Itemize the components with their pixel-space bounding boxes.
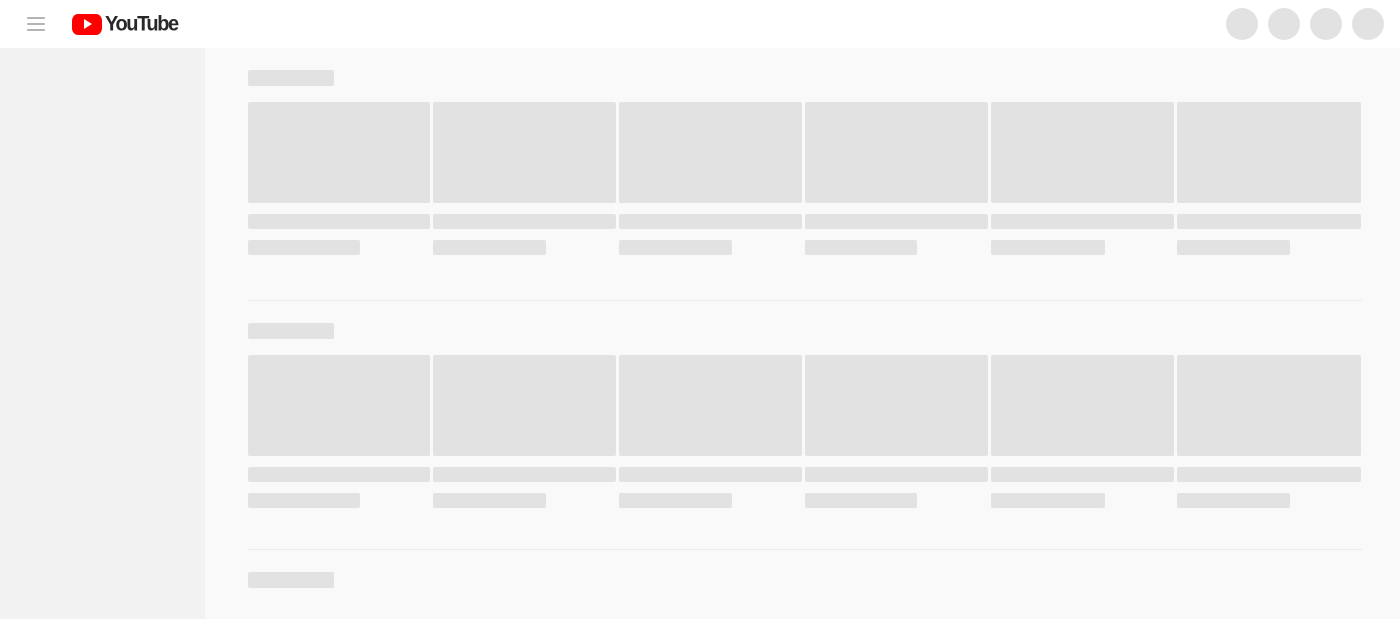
shelf-grid	[248, 355, 1400, 508]
apps-placeholder[interactable]	[1268, 8, 1300, 40]
video-card-placeholder[interactable]	[1177, 102, 1361, 255]
metadata-line-placeholder	[805, 240, 917, 255]
shelf-divider	[248, 549, 1362, 550]
video-card-placeholder[interactable]	[619, 102, 802, 255]
thumbnail-placeholder	[433, 102, 616, 203]
metadata-line-placeholder	[433, 493, 546, 508]
video-card-placeholder[interactable]	[805, 102, 988, 255]
thumbnail-placeholder	[991, 102, 1174, 203]
video-card-placeholder[interactable]	[248, 102, 430, 255]
hamburger-menu-icon	[24, 12, 48, 36]
shelf-divider	[248, 300, 1362, 301]
thumbnail-placeholder	[619, 102, 802, 203]
metadata-line-placeholder	[248, 240, 360, 255]
thumbnail-placeholder	[1177, 355, 1361, 456]
shelf-title-placeholder	[248, 572, 334, 588]
shelf-grid	[248, 102, 1400, 255]
title-line-placeholder	[805, 214, 988, 229]
create-placeholder[interactable]	[1226, 8, 1258, 40]
masthead-start: YouTube	[0, 4, 179, 44]
shelf-2	[205, 323, 1400, 508]
title-line-placeholder	[991, 214, 1174, 229]
shelf-title-placeholder	[248, 323, 334, 339]
browse-content	[205, 48, 1400, 619]
title-line-placeholder	[991, 467, 1174, 482]
masthead-end	[1216, 0, 1400, 48]
title-line-placeholder	[805, 467, 988, 482]
metadata-line-placeholder	[619, 240, 732, 255]
title-line-placeholder	[248, 214, 430, 229]
title-line-placeholder	[433, 214, 616, 229]
metadata-line-placeholder	[991, 240, 1105, 255]
guide-sidebar	[0, 48, 205, 619]
shelf-3	[205, 572, 1400, 588]
youtube-play-icon	[72, 13, 102, 35]
metadata-line-placeholder	[805, 493, 917, 508]
title-line-placeholder	[433, 467, 616, 482]
thumbnail-placeholder	[805, 355, 988, 456]
thumbnail-placeholder	[619, 355, 802, 456]
shelf-1	[205, 70, 1400, 255]
metadata-line-placeholder	[433, 240, 546, 255]
title-line-placeholder	[248, 467, 430, 482]
thumbnail-placeholder	[1177, 102, 1361, 203]
video-card-placeholder[interactable]	[991, 102, 1174, 255]
title-line-placeholder	[619, 467, 802, 482]
metadata-line-placeholder	[1177, 493, 1290, 508]
title-line-placeholder	[1177, 467, 1361, 482]
metadata-line-placeholder	[619, 493, 732, 508]
thumbnail-placeholder	[433, 355, 616, 456]
youtube-wordmark: YouTube	[105, 11, 179, 36]
metadata-line-placeholder	[248, 493, 360, 508]
video-card-placeholder[interactable]	[805, 355, 988, 508]
video-card-placeholder[interactable]	[248, 355, 430, 508]
masthead: YouTube	[0, 0, 1400, 48]
title-line-placeholder	[1177, 214, 1361, 229]
thumbnail-placeholder	[991, 355, 1174, 456]
thumbnail-placeholder	[248, 355, 430, 456]
metadata-line-placeholder	[1177, 240, 1290, 255]
thumbnail-placeholder	[805, 102, 988, 203]
notifications-placeholder[interactable]	[1310, 8, 1342, 40]
video-card-placeholder[interactable]	[991, 355, 1174, 508]
title-line-placeholder	[619, 214, 802, 229]
video-card-placeholder[interactable]	[433, 102, 616, 255]
metadata-line-placeholder	[991, 493, 1105, 508]
shelf-title-placeholder	[248, 70, 334, 86]
video-card-placeholder[interactable]	[1177, 355, 1361, 508]
avatar-placeholder[interactable]	[1352, 8, 1384, 40]
thumbnail-placeholder	[248, 102, 430, 203]
guide-toggle-button[interactable]	[16, 4, 56, 44]
youtube-logo[interactable]: YouTube	[72, 11, 179, 36]
video-card-placeholder[interactable]	[433, 355, 616, 508]
video-card-placeholder[interactable]	[619, 355, 802, 508]
